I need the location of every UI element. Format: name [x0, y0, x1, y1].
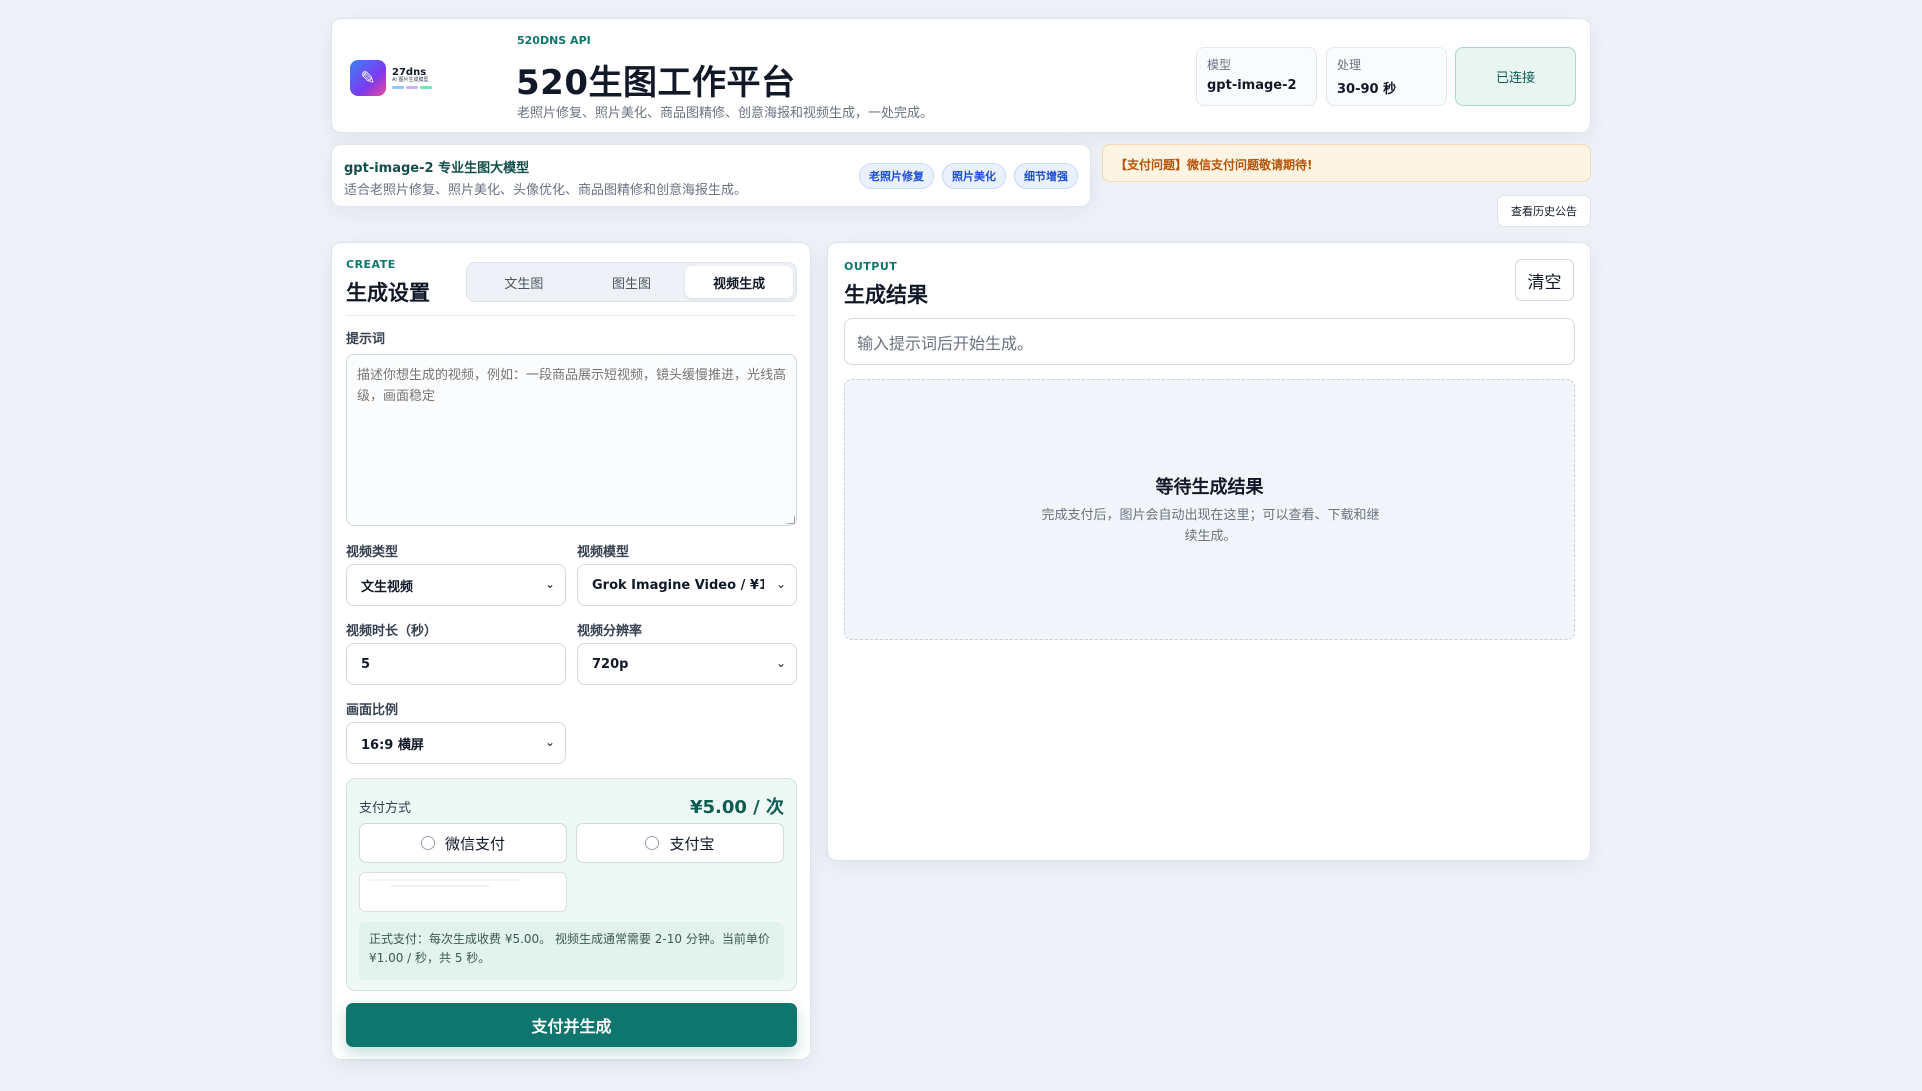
model-info-title: gpt-image-2 专业生图大模型	[344, 161, 530, 176]
model-stat-value: gpt-image-2	[1207, 78, 1297, 93]
resize-handle-icon[interactable]	[787, 516, 795, 524]
mode-tabs: 文生图 图生图 视频生成	[466, 262, 797, 302]
logo-subtitle: AI 图片生成模型	[392, 77, 429, 84]
waiting-title: 等待生成结果	[1155, 477, 1264, 498]
tab-text-to-image[interactable]: 文生图	[470, 266, 578, 298]
processing-stat-value: 30-90 秒	[1337, 82, 1397, 97]
create-divider	[346, 315, 796, 316]
model-info-card: gpt-image-2 专业生图大模型 适合老照片修复、照片美化、头像优化、商品…	[331, 144, 1091, 207]
page-title: 520生图工作平台	[516, 63, 796, 103]
output-title: 生成结果	[844, 283, 928, 307]
create-title: 生成设置	[346, 281, 430, 305]
alipay-label: 支付宝	[669, 834, 715, 853]
model-stat: 模型 gpt-image-2	[1196, 47, 1317, 106]
output-eyebrow: OUTPUT	[844, 260, 898, 273]
resolution-select[interactable]: 720p ⌄	[577, 643, 797, 685]
price-label: ¥5.00 / 次	[689, 797, 784, 818]
duration-input[interactable]: 5	[346, 643, 566, 685]
aspect-ratio-value: 16:9 横屏	[361, 737, 424, 753]
resolution-label: 视频分辨率	[577, 624, 643, 639]
waiting-description: 完成支付后，图片会自动出现在这里；可以查看、下载和继续生成。	[1041, 508, 1380, 544]
prompt-label: 提示词	[346, 332, 386, 347]
alipay-option[interactable]: 支付宝	[576, 823, 784, 863]
chevron-down-icon: ⌄	[775, 577, 786, 591]
video-model-label: 视频模型	[577, 545, 630, 560]
logo-icon: ✎	[350, 60, 386, 96]
feature-chip: 细节增强	[1014, 163, 1078, 189]
tab-video-generation[interactable]: 视频生成	[685, 266, 794, 298]
output-panel: OUTPUT 生成结果 清空 输入提示词后开始生成。 等待生成结果 完成支付后，…	[827, 242, 1591, 861]
payment-note: 正式支付：每次生成收费 ¥5.00。 视频生成通常需要 2-10 分钟。当前单价…	[359, 922, 784, 980]
prompt-textarea[interactable]	[346, 354, 797, 526]
payment-notice: 【支付问题】微信支付问题敬请期待!	[1102, 144, 1591, 182]
payment-qr-placeholder	[359, 872, 567, 912]
video-model-value: Grok Imagine Video / ¥1.0	[592, 577, 764, 593]
model-info-description: 适合老照片修复、照片美化、头像优化、商品图精修和创意海报生成。	[344, 183, 748, 198]
chevron-down-icon: ⌄	[544, 577, 555, 591]
create-panel: CREATE 生成设置 文生图 图生图 视频生成 提示词 视频类型 文生视频 ⌄…	[331, 242, 811, 1060]
payment-section: 支付方式 ¥5.00 / 次 微信支付 支付宝 正式支付：每次生成收费 ¥5.0…	[346, 778, 797, 991]
radio-icon[interactable]	[420, 836, 435, 850]
processing-stat-label: 处理	[1337, 58, 1362, 72]
feature-chip: 老照片修复	[859, 163, 934, 189]
aspect-ratio-select[interactable]: 16:9 横屏 ⌄	[346, 722, 566, 764]
pay-and-generate-button[interactable]: 支付并生成	[346, 1003, 797, 1047]
video-model-select[interactable]: Grok Imagine Video / ¥1.0 ⌄	[577, 564, 797, 606]
tab-image-to-image[interactable]: 图生图	[578, 266, 686, 298]
duration-value: 5	[361, 656, 371, 672]
video-type-value: 文生视频	[361, 579, 414, 595]
feature-chip: 照片美化	[942, 163, 1006, 189]
duration-label: 视频时长（秒）	[346, 624, 438, 639]
clear-button[interactable]: 清空	[1515, 259, 1574, 301]
create-eyebrow: CREATE	[346, 258, 396, 271]
chevron-down-icon: ⌄	[544, 735, 555, 749]
output-status-field: 输入提示词后开始生成。	[844, 318, 1575, 365]
chevron-down-icon: ⌄	[775, 656, 786, 670]
header-eyebrow: 520DNS API	[517, 34, 591, 47]
feature-chips: 老照片修复 照片美化 细节增强	[859, 163, 1078, 189]
payment-method-label: 支付方式	[359, 801, 412, 816]
result-placeholder: 等待生成结果 完成支付后，图片会自动出现在这里；可以查看、下载和继续生成。	[844, 379, 1575, 640]
video-type-select[interactable]: 文生视频 ⌄	[346, 564, 566, 606]
processing-stat: 处理 30-90 秒	[1326, 47, 1447, 106]
model-stat-label: 模型	[1207, 58, 1232, 72]
connection-status-button[interactable]: 已连接	[1455, 47, 1576, 106]
history-announcements-button[interactable]: 查看历史公告	[1497, 195, 1591, 227]
header-card: ✎ 27dns AI 图片生成模型 520DNS API 520生图工作平台 老…	[331, 18, 1591, 133]
radio-icon[interactable]	[645, 836, 660, 850]
video-type-label: 视频类型	[346, 545, 399, 560]
brand-logo: ✎ 27dns AI 图片生成模型	[350, 57, 450, 99]
wechat-pay-label: 微信支付	[444, 834, 505, 853]
resolution-value: 720p	[592, 656, 629, 672]
wechat-pay-option[interactable]: 微信支付	[359, 823, 567, 863]
aspect-ratio-label: 画面比例	[346, 703, 399, 718]
page-description: 老照片修复、照片美化、商品图精修、创意海报和视频生成，一处完成。	[517, 106, 934, 121]
